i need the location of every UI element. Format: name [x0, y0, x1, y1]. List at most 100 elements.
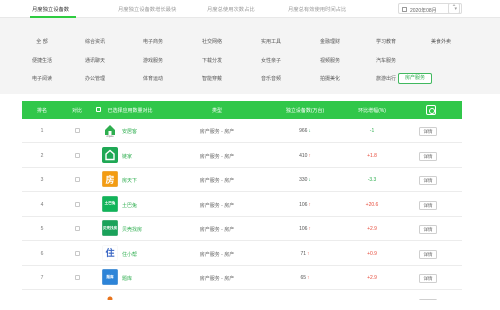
trend-arrow-icon: ↑ — [308, 152, 311, 159]
category-item[interactable]: 综合资讯 — [85, 38, 105, 45]
app-logo-text: 土巴兔 — [104, 201, 116, 205]
rank: 6 — [40, 250, 44, 257]
app-category: 房产服务 - 房产 — [199, 251, 235, 258]
app-logo-text: 贝壳找房 — [102, 225, 118, 230]
category-item[interactable]: 视频服务 — [320, 57, 340, 64]
compare-checkbox[interactable] — [75, 177, 80, 182]
app-name[interactable]: 住小帮 — [122, 251, 137, 258]
growth-rate: -3.3 — [367, 177, 377, 183]
table-row: 3 房房天下 房产服务 - 房产 330↓ -3.3 详情 — [22, 168, 462, 192]
category-item[interactable]: 金融理财 — [320, 38, 340, 45]
trend-arrow-icon: ↑ — [308, 226, 311, 232]
detail-button[interactable]: 详情 — [419, 127, 437, 136]
header-growth[interactable]: 环比增幅(%) — [358, 107, 386, 114]
app-name[interactable]: 贝壳找房 — [122, 226, 142, 233]
app-logo-icon: 房 — [102, 171, 118, 187]
top-tab-bar: 月度独立设备数 月度独立设备数增长最快 月度总使用次数占比 月度总有效使用时间占… — [0, 0, 500, 18]
category-item[interactable]: 社交网络 — [202, 38, 222, 45]
app-logo-icon: 土巴兔 — [102, 195, 118, 212]
category-item[interactable]: 办公管理 — [85, 75, 105, 82]
app-category: 房产服务 - 房产 — [199, 153, 235, 160]
app-name[interactable]: 安居客 — [122, 128, 137, 135]
chevron-up-icon: ⌃ — [451, 5, 457, 11]
app-logo-text: 房 — [105, 174, 115, 185]
category-item[interactable]: 音乐音频 — [261, 75, 281, 82]
export-icon[interactable] — [426, 105, 436, 115]
category-item[interactable]: 通讯聊天 — [85, 57, 105, 64]
growth-rate: +2.9 — [367, 226, 377, 232]
category-item[interactable]: 电子商务 — [143, 38, 163, 45]
compare-checkbox[interactable] — [75, 201, 80, 207]
detail-button[interactable]: 详情 — [419, 200, 437, 210]
category-item[interactable]: 下载分发 — [202, 57, 222, 64]
app-logo-caption: Anjuke — [106, 135, 114, 138]
device-count-value: 330 — [299, 177, 308, 183]
detail-button[interactable]: 详情 — [419, 225, 437, 234]
growth-rate: +1.8 — [367, 152, 377, 159]
app-category: 房产服务 - 房产 — [199, 227, 235, 233]
category-item[interactable]: 美食外卖 — [431, 38, 451, 45]
select-all-checkbox[interactable] — [96, 107, 101, 112]
rank: 7 — [40, 275, 44, 281]
category-item[interactable]: 汽车服务 — [376, 57, 396, 64]
header-type: 类型 — [211, 108, 223, 114]
app-name[interactable]: 土巴兔 — [122, 202, 137, 209]
trend-arrow-icon: ↑ — [307, 275, 310, 281]
category-item[interactable]: 电子阅读 — [32, 75, 52, 82]
app-logo-text: 住 — [105, 248, 115, 258]
category-item[interactable]: 游戏服务 — [143, 57, 163, 64]
table-row: 2 链家 房产服务 - 房产 410↑ +1.8 详情 — [22, 143, 462, 168]
category-item[interactable]: 拍摄美化 — [320, 75, 340, 82]
detail-button[interactable]: 详情 — [419, 274, 437, 283]
detail-button[interactable]: 详情 — [419, 151, 437, 161]
tab-monthly-devices[interactable]: 月度独立设备数 — [32, 5, 69, 13]
app-name[interactable]: 链家 — [122, 153, 132, 160]
category-item[interactable]: 体育运动 — [143, 75, 163, 82]
tab-usage-count-share[interactable]: 月度总使用次数占比 — [207, 5, 255, 13]
category-item[interactable]: 智能穿戴 — [202, 75, 222, 82]
app-name[interactable]: 题库 — [122, 275, 132, 282]
rank: 3 — [40, 177, 44, 183]
device-count-value: 106 — [299, 201, 308, 208]
compare-checkbox[interactable] — [75, 128, 80, 133]
detail-button[interactable]: 详情 — [419, 249, 437, 259]
device-count-value: 65 — [300, 275, 307, 281]
app-category: 房产服务 - 房产 — [199, 129, 235, 135]
app-logo-icon: 题库 — [102, 269, 118, 285]
compare-checkbox[interactable] — [75, 275, 80, 280]
device-count: 106↑ — [299, 226, 311, 232]
compare-checkbox[interactable] — [75, 152, 80, 158]
category-item[interactable]: 实用工具 — [261, 38, 281, 45]
app-category: 房产服务 - 房产 — [199, 202, 235, 209]
app-logo-icon: Anjuke — [102, 122, 118, 138]
trend-arrow-icon: ↓ — [308, 128, 311, 134]
table-row: 5 贝壳找房 贝壳找房 房产服务 - 房产 106↑ +2.9 详情 — [22, 217, 462, 241]
category-item[interactable]: 学习教育 — [376, 38, 396, 45]
app-logo-icon: 住 — [102, 244, 118, 261]
category-item[interactable]: 全 部 — [36, 38, 47, 45]
header-compare: 对比 — [71, 108, 83, 114]
rank: 4 — [40, 201, 44, 208]
tab-fastest-growth[interactable]: 月度独立设备数增长最快 — [118, 5, 176, 13]
app-name[interactable]: 房天下 — [122, 177, 137, 184]
device-count: 966↓ — [299, 128, 311, 134]
compare-checkbox[interactable] — [75, 226, 80, 231]
detail-button[interactable]: 详情 — [419, 176, 437, 185]
category-item[interactable]: 便捷生活 — [32, 57, 52, 64]
compare-checkbox[interactable] — [75, 250, 80, 256]
trend-arrow-icon: ↓ — [308, 177, 311, 183]
device-count: 71↑ — [300, 251, 309, 257]
header-selected-count: 已选择应用数量对比 — [107, 108, 153, 114]
app-logo-icon: 贝壳找房 — [102, 220, 118, 236]
category-filter-panel: 全 部 综合资讯 电子商务 社交网络 实用工具 金融理财 学习教育 美食外卖便捷生活 通讯聊天 游… — [0, 18, 500, 94]
category-item[interactable]: 旅游出行 — [376, 75, 396, 82]
header-devices[interactable]: 独立设备数(万台) — [286, 107, 324, 114]
category-item[interactable]: 女性亲子 — [261, 57, 281, 64]
collapse-button[interactable]: ⌃ — [448, 3, 460, 14]
device-count-value: 71 — [300, 250, 307, 257]
rank: 2 — [40, 152, 44, 159]
tab-usage-time-share[interactable]: 月度总有效使用时间占比 — [288, 5, 346, 13]
category-item-selected[interactable]: 房产服务 — [398, 73, 432, 84]
device-count: 65↑ — [300, 275, 309, 281]
growth-rate: -1 — [369, 128, 375, 134]
